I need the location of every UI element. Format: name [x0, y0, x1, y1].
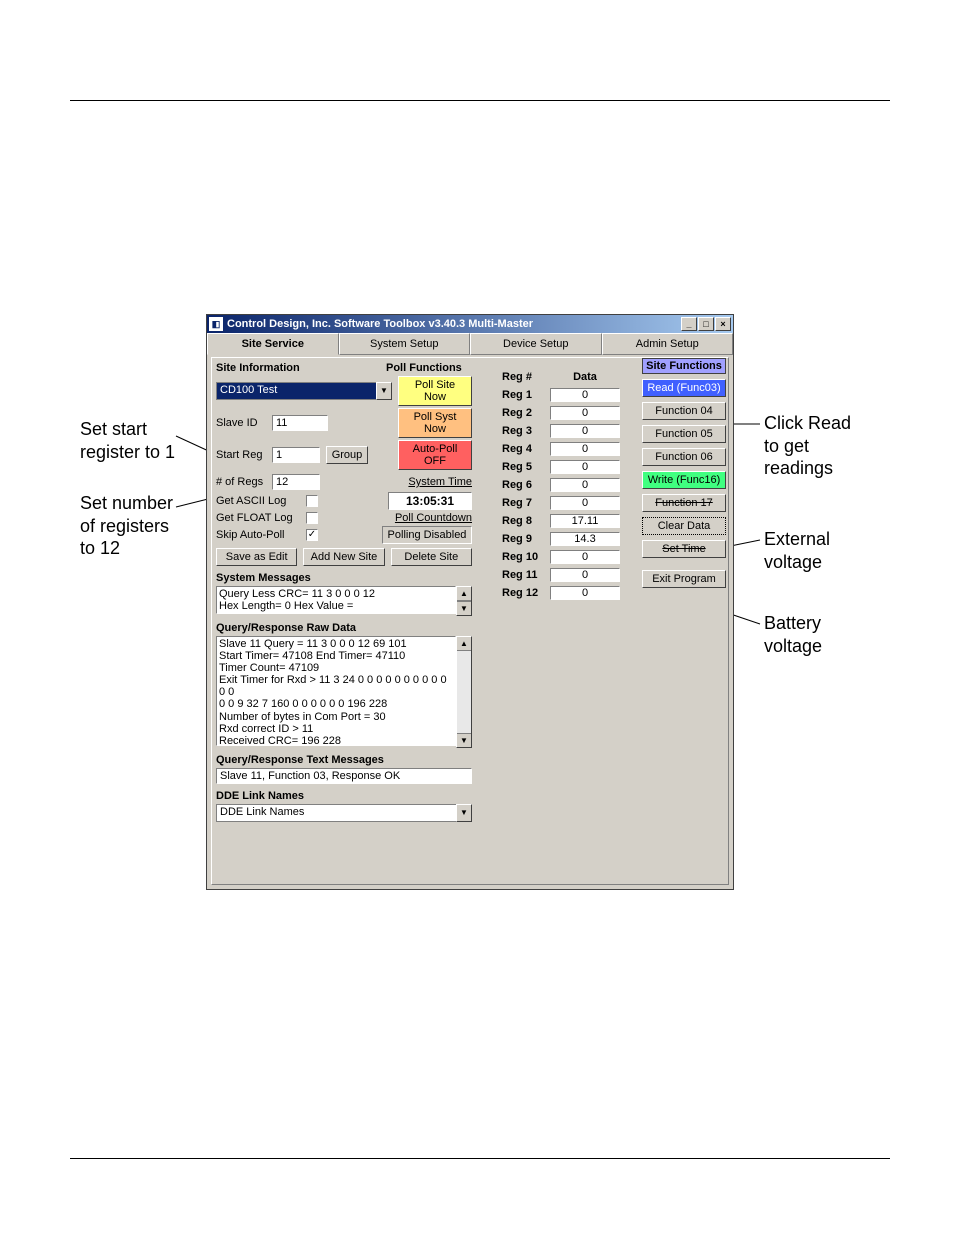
slave-id-label: Slave ID	[216, 417, 266, 429]
maximize-button[interactable]: □	[698, 317, 714, 331]
poll-syst-button[interactable]: Poll Syst Now	[398, 408, 472, 438]
reg-value: 0	[550, 478, 620, 492]
sysmsg-line2: Hex Length= 0 Hex Value =	[219, 600, 453, 612]
group-button[interactable]: Group	[326, 446, 368, 464]
annot-click-read: Click Read to get readings	[764, 412, 851, 480]
function04-button[interactable]: Function 04	[642, 402, 726, 420]
get-ascii-label: Get ASCII Log	[216, 495, 300, 507]
reg-label: Reg 10	[502, 551, 550, 563]
chevron-down-icon: ▼	[456, 804, 472, 822]
register-table: Reg # Data Reg 10 Reg 20 Reg 30 Reg 40 R…	[502, 368, 632, 602]
get-ascii-checkbox[interactable]	[306, 495, 318, 507]
reg-label: Reg 6	[502, 479, 550, 491]
reg-value: 0	[550, 406, 620, 420]
get-float-label: Get FLOAT Log	[216, 512, 300, 524]
polling-disabled-status: Polling Disabled	[382, 526, 472, 544]
reg-label: Reg 7	[502, 497, 550, 509]
sysmsg-scrollbar[interactable]: ▲ ▼	[456, 586, 472, 616]
auto-poll-off-button[interactable]: Auto-Poll OFF	[398, 440, 472, 470]
reg-value: 0	[550, 586, 620, 600]
annot-ext-volt: External voltage	[764, 528, 830, 573]
reg-label: Reg 11	[502, 569, 550, 581]
dde-value: DDE Link Names	[216, 804, 456, 822]
reg-label: Reg 5	[502, 461, 550, 473]
pane-site-service: Site Information Poll Functions CD100 Te…	[211, 357, 729, 885]
num-regs-label: # of Regs	[216, 476, 266, 488]
annot-num-regs: Set number of registers to 12	[80, 492, 173, 560]
start-reg-label: Start Reg	[216, 449, 266, 461]
reg-label: Reg 2	[502, 407, 550, 419]
minimize-button[interactable]: _	[681, 317, 697, 331]
reg-value: 0	[550, 550, 620, 564]
reg-value: 0	[550, 460, 620, 474]
reg-value: 0	[550, 496, 620, 510]
tab-strip: Site Service System Setup Device Setup A…	[207, 333, 733, 355]
reg-header-num: Reg #	[502, 371, 550, 383]
exit-program-button[interactable]: Exit Program	[642, 570, 726, 588]
app-window: ◧ Control Design, Inc. Software Toolbox …	[206, 314, 734, 890]
system-messages-header: System Messages	[216, 572, 472, 584]
poll-site-button[interactable]: Poll Site Now	[398, 376, 472, 406]
dde-header: DDE Link Names	[216, 790, 472, 802]
system-time-label: System Time	[408, 476, 472, 488]
annot-batt-volt: Battery voltage	[764, 612, 822, 657]
chevron-down-icon: ▼	[376, 382, 392, 400]
reg-value: 0	[550, 442, 620, 456]
site-name-value: CD100 Test	[216, 382, 376, 400]
sysmsg-line1: Query Less CRC= 11 3 0 0 0 12	[219, 588, 453, 600]
site-functions-header: Site Functions	[642, 358, 726, 374]
slave-id-input[interactable]: 11	[272, 415, 328, 431]
tab-site-service[interactable]: Site Service	[207, 333, 339, 355]
reg-label: Reg 9	[502, 533, 550, 545]
reg-label: Reg 4	[502, 443, 550, 455]
tab-device-setup[interactable]: Device Setup	[470, 333, 602, 355]
raw-data-box: Slave 11 Query = 11 3 0 0 0 12 69 101 St…	[216, 636, 456, 746]
add-new-site-button[interactable]: Add New Site	[303, 548, 384, 566]
close-button[interactable]: ×	[715, 317, 731, 331]
num-regs-input[interactable]: 12	[272, 474, 320, 490]
reg-label: Reg 1	[502, 389, 550, 401]
poll-countdown-label: Poll Countdown	[395, 512, 472, 524]
app-icon: ◧	[209, 317, 223, 331]
raw-scrollbar[interactable]: ▲ ▼	[456, 636, 472, 748]
clear-data-button[interactable]: Clear Data	[642, 517, 726, 535]
start-reg-input[interactable]: 1	[272, 447, 320, 463]
reg-label: Reg 12	[502, 587, 550, 599]
site-name-dropdown[interactable]: CD100 Test ▼	[216, 382, 392, 400]
save-as-edit-button[interactable]: Save as Edit	[216, 548, 297, 566]
reg-value: 14.3	[550, 532, 620, 546]
delete-site-button[interactable]: Delete Site	[391, 548, 472, 566]
skip-auto-label: Skip Auto-Poll	[216, 529, 300, 541]
tab-admin-setup[interactable]: Admin Setup	[602, 333, 734, 355]
function17-button[interactable]: Function 17	[642, 494, 726, 512]
rule-bottom	[70, 1158, 890, 1159]
system-time-display: 13:05:31	[388, 492, 472, 510]
reg-value: 0	[550, 568, 620, 582]
dde-dropdown[interactable]: DDE Link Names ▼	[216, 804, 472, 822]
titlebar: ◧ Control Design, Inc. Software Toolbox …	[207, 315, 733, 333]
text-messages-header: Query/Response Text Messages	[216, 754, 472, 766]
poll-functions-header: Poll Functions	[386, 362, 462, 374]
tab-system-setup[interactable]: System Setup	[339, 333, 471, 355]
raw-data-header: Query/Response Raw Data	[216, 622, 472, 634]
set-time-button[interactable]: Set Time	[642, 540, 726, 558]
function06-button[interactable]: Function 06	[642, 448, 726, 466]
read-func03-button[interactable]: Read (Func03)	[642, 379, 726, 397]
window-title: Control Design, Inc. Software Toolbox v3…	[227, 318, 681, 330]
write-func16-button[interactable]: Write (Func16)	[642, 471, 726, 489]
reg-header-data: Data	[550, 371, 620, 383]
skip-auto-checkbox[interactable]: ✓	[306, 529, 318, 541]
reg-value: 17.11	[550, 514, 620, 528]
reg-value: 0	[550, 424, 620, 438]
reg-label: Reg 3	[502, 425, 550, 437]
function05-button[interactable]: Function 05	[642, 425, 726, 443]
reg-value: 0	[550, 388, 620, 402]
get-float-checkbox[interactable]	[306, 512, 318, 524]
rule-top	[70, 100, 890, 101]
reg-label: Reg 8	[502, 515, 550, 527]
annot-start-reg: Set start register to 1	[80, 418, 175, 463]
text-messages-box: Slave 11, Function 03, Response OK	[216, 768, 472, 784]
